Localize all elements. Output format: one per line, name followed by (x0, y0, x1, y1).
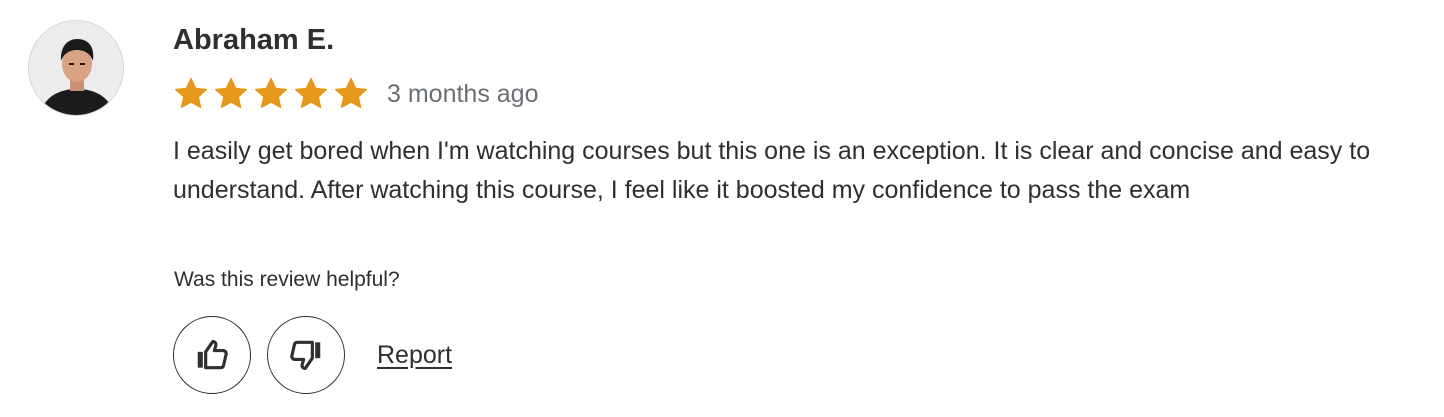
reviewer-name: Abraham E. (173, 24, 335, 56)
star-icon (253, 76, 289, 112)
helpful-prompt: Was this review helpful? (174, 268, 400, 291)
avatar (28, 20, 124, 116)
star-icon (173, 76, 209, 112)
avatar-photo (29, 21, 123, 115)
star-icon (293, 76, 329, 112)
star-rating (173, 76, 373, 112)
thumbs-down-button[interactable] (267, 316, 345, 394)
rating-row: 3 months ago (173, 74, 539, 114)
report-link[interactable]: Report (377, 341, 452, 370)
review-date: 3 months ago (387, 79, 539, 108)
thumbs-down-icon (290, 340, 321, 371)
star-icon (333, 76, 369, 112)
star-icon (213, 76, 249, 112)
review-card: Abraham E. 3 months ago I easily get bor… (0, 0, 1444, 417)
review-actions: Report (173, 315, 452, 395)
thumbs-up-icon (197, 339, 228, 370)
thumbs-up-button[interactable] (173, 316, 251, 394)
review-text: I easily get bored when I'm watching cou… (173, 137, 1371, 204)
